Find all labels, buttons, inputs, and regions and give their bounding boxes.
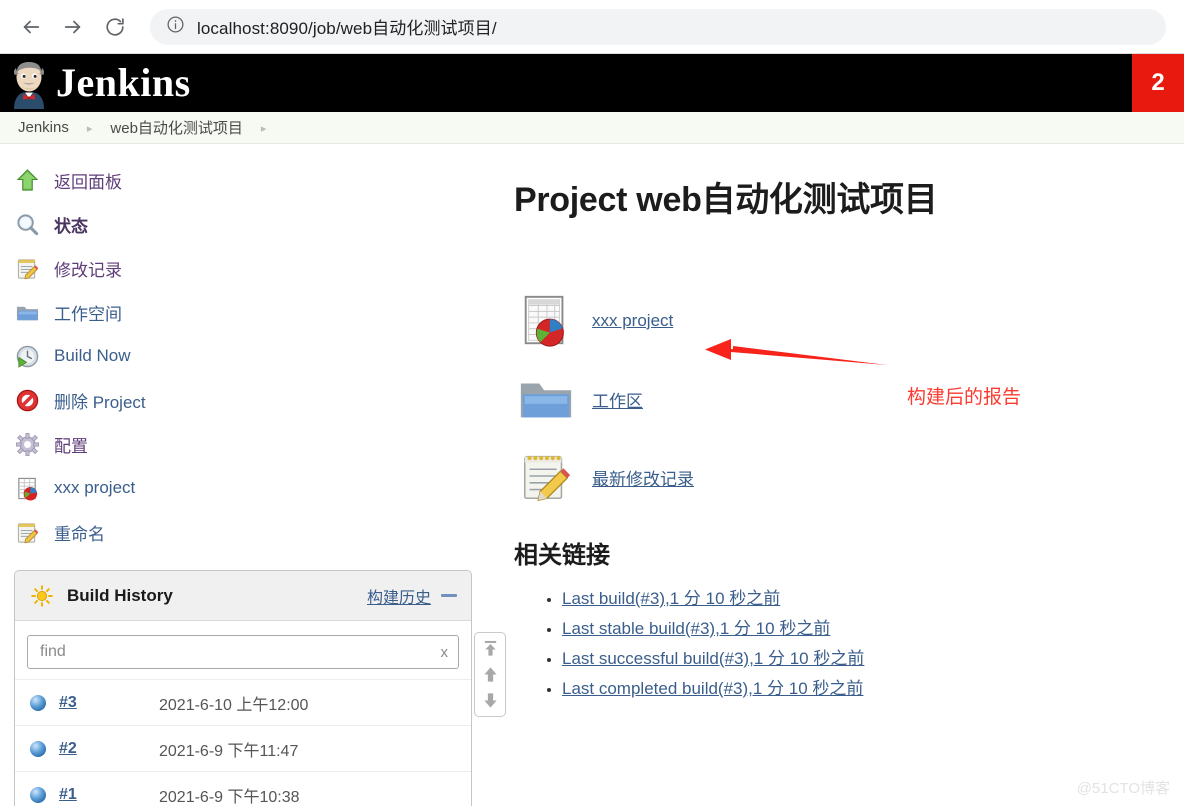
main-link-label[interactable]: 最新修改记录 [592, 465, 694, 490]
blue-ball-icon [29, 786, 47, 804]
related-link[interactable]: Last build(#3),1 分 10 秒之前 [562, 589, 780, 608]
breadcrumb-item-jenkins[interactable]: Jenkins [18, 119, 69, 136]
page-body: 返回面板 状态 修改记录 工作空间 Build Now 删除 Project 配… [0, 144, 1184, 806]
minus-icon[interactable] [441, 594, 457, 597]
report-chart-icon [12, 473, 42, 503]
related-link[interactable]: Last successful build(#3),1 分 10 秒之前 [562, 649, 864, 668]
notepad-pencil-icon [12, 517, 42, 547]
sidebar-item-label: 返回面板 [54, 172, 122, 192]
sidebar-item-label: 状态 [54, 216, 88, 236]
sidebar-item-delete-project[interactable]: 删除 Project [0, 378, 500, 422]
sidebar-item-label: 工作空间 [54, 304, 122, 324]
address-bar-url: localhost:8090/job/web自动化测试项目/ [197, 19, 497, 38]
folder-icon [12, 297, 42, 327]
sidebar-item-configure[interactable]: 配置 [0, 422, 500, 466]
build-number-link[interactable]: #3 [59, 694, 159, 712]
jenkins-wordmark: Jenkins [56, 60, 191, 105]
build-number-link[interactable]: #2 [59, 740, 159, 758]
main-link-label[interactable]: xxx project [592, 311, 673, 331]
notification-badge[interactable]: 2 [1132, 54, 1184, 112]
build-clock-icon [12, 341, 42, 371]
related-links-list: Last build(#3),1 分 10 秒之前 Last stable bu… [514, 584, 1164, 699]
blue-ball-icon [29, 740, 47, 758]
related-link[interactable]: Last completed build(#3),1 分 10 秒之前 [562, 679, 863, 698]
build-history-title: Build History [67, 585, 173, 605]
scroll-down-icon[interactable] [482, 692, 499, 709]
main-link-workspace[interactable]: 工作区 [514, 367, 1164, 431]
sidebar-item-back-to-dashboard[interactable]: 返回面板 [0, 158, 500, 202]
chevron-right-icon: ▸ [86, 123, 93, 135]
sidebar-item-label: 配置 [54, 436, 88, 456]
sidebar-item-rename[interactable]: 重命名 [0, 510, 500, 554]
related-links-heading: 相关链接 [514, 542, 610, 569]
build-history-find-box[interactable]: x [27, 635, 459, 669]
main-link-xxx-project[interactable]: xxx project [514, 289, 1164, 353]
main-link-label[interactable]: 工作区 [592, 387, 643, 412]
arrow-right-icon [62, 16, 84, 38]
sidebar-item-label: 删除 Project [54, 392, 146, 412]
gear-icon [12, 429, 42, 459]
up-arrow-green-icon [12, 165, 42, 195]
build-history-header: Build History 构建历史 [15, 571, 471, 621]
arrow-left-icon [20, 16, 42, 38]
notepad-pencil-icon [12, 253, 42, 283]
main-content: Project web自动化测试项目 xxx project 工作区 最新修改记… [500, 144, 1184, 806]
build-history-panel: Build History 构建历史 x [14, 570, 472, 806]
build-number-link[interactable]: #1 [59, 786, 159, 804]
browser-toolbar: localhost:8090/job/web自动化测试项目/ [0, 0, 1184, 54]
reload-button[interactable] [98, 10, 132, 44]
list-item: Last successful build(#3),1 分 10 秒之前 [562, 644, 1164, 669]
sidebar-item-label: Build Now [54, 346, 131, 365]
build-history-row[interactable]: #3 2021-6-10 上午12:00 [15, 679, 471, 725]
build-history-row[interactable]: #2 2021-6-9 下午11:47 [15, 725, 471, 771]
annotation-text: 构建后的报告 [907, 387, 1022, 408]
sidebar-item-build-now[interactable]: Build Now [0, 334, 500, 378]
build-date: 2021-6-10 上午12:00 [159, 696, 309, 714]
jenkins-header: Jenkins 2 [0, 54, 1184, 112]
weather-sun-icon [31, 584, 53, 607]
info-circle-icon[interactable] [166, 15, 185, 39]
sidebar-item-label: 重命名 [54, 524, 105, 544]
build-history-zh-link[interactable]: 构建历史 [367, 584, 431, 608]
clear-icon[interactable]: x [435, 644, 449, 661]
list-item: Last build(#3),1 分 10 秒之前 [562, 584, 1164, 609]
delete-forbidden-icon [12, 385, 42, 415]
sidebar-item-status[interactable]: 状态 [0, 202, 500, 246]
report-chart-icon [514, 289, 578, 353]
jenkins-home-link[interactable]: Jenkins [6, 57, 191, 109]
jump-to-top-icon[interactable] [482, 640, 499, 657]
build-history-find-wrap: x [15, 621, 471, 679]
chevron-right-icon-2[interactable]: ▸ [261, 122, 267, 135]
magnifier-icon [12, 209, 42, 239]
build-date: 2021-6-9 下午11:47 [159, 742, 299, 760]
build-date: 2021-6-9 下午10:38 [159, 788, 300, 806]
scroll-up-icon[interactable] [482, 666, 499, 683]
main-link-recent-changes[interactable]: 最新修改记录 [514, 445, 1164, 509]
sidebar-item-changes[interactable]: 修改记录 [0, 246, 500, 290]
related-link[interactable]: Last stable build(#3),1 分 10 秒之前 [562, 619, 830, 638]
list-item: Last stable build(#3),1 分 10 秒之前 [562, 614, 1164, 639]
jenkins-butler-icon [6, 57, 52, 109]
reload-icon [104, 16, 126, 38]
address-bar[interactable]: localhost:8090/job/web自动化测试项目/ [150, 8, 1166, 45]
breadcrumb: Jenkins ▸ web自动化测试项目 ▸ [0, 112, 1184, 144]
notepad-pencil-icon [514, 445, 578, 509]
breadcrumb-item-project[interactable]: web自动化测试项目 [110, 117, 243, 138]
back-button[interactable] [14, 10, 48, 44]
sidebar-item-label: 修改记录 [54, 260, 122, 280]
page-title: Project web自动化测试项目 [514, 181, 938, 219]
build-history-find-input[interactable] [38, 642, 435, 662]
sidebar-item-xxx-project[interactable]: xxx project [0, 466, 500, 510]
blue-ball-icon [29, 694, 47, 712]
build-history-row[interactable]: #1 2021-6-9 下午10:38 [15, 771, 471, 806]
sidebar-item-workspace[interactable]: 工作空间 [0, 290, 500, 334]
folder-icon [514, 367, 578, 431]
sidebar-item-label: xxx project [54, 478, 136, 497]
list-item: Last completed build(#3),1 分 10 秒之前 [562, 674, 1164, 699]
sidebar: 返回面板 状态 修改记录 工作空间 Build Now 删除 Project 配… [0, 144, 506, 806]
watermark: @51CTO博客 [1076, 780, 1170, 797]
forward-button[interactable] [56, 10, 90, 44]
